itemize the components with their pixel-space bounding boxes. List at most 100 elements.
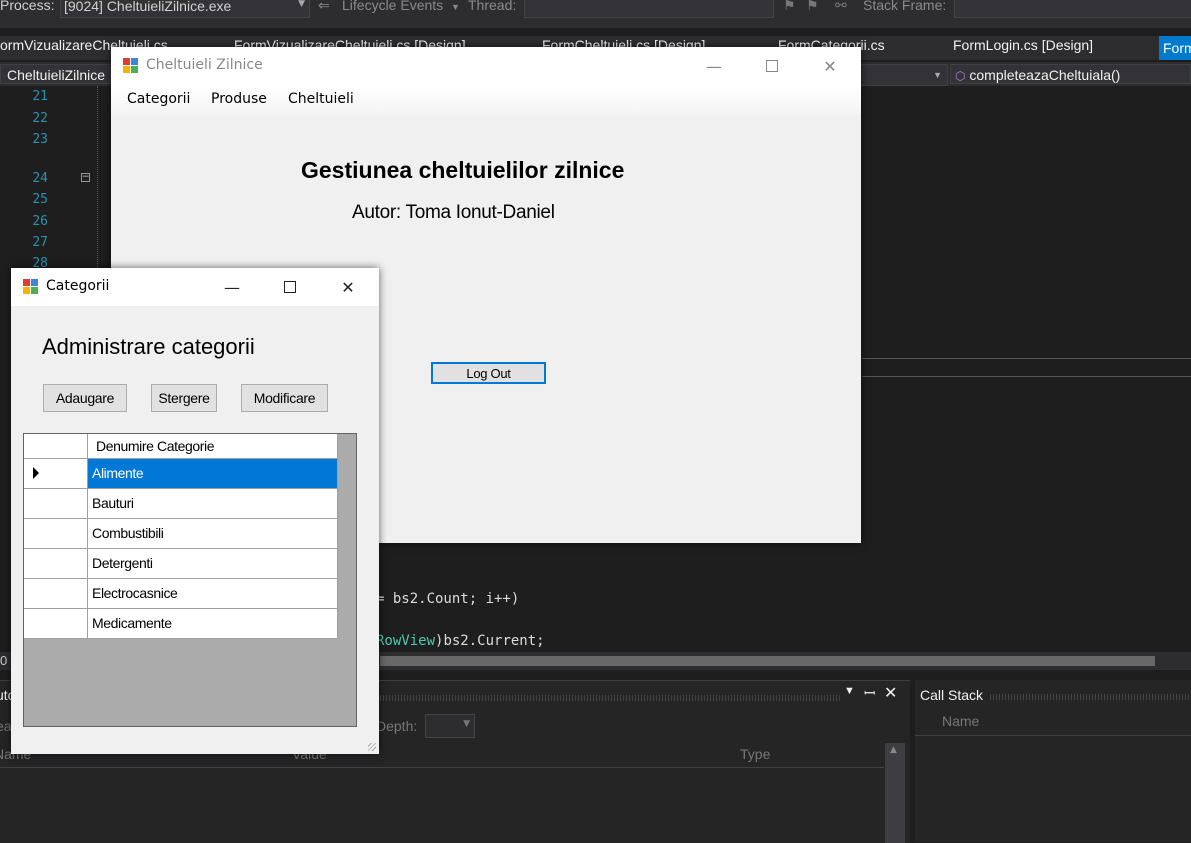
line-number: 26 — [32, 214, 48, 229]
table-row[interactable]: Medicamente — [88, 609, 338, 639]
stack-icon[interactable]: ⚯ — [835, 0, 847, 14]
maximize-button[interactable] — [743, 47, 801, 85]
search-label: ea — [0, 718, 12, 734]
menu-cheltuieli[interactable]: Cheltuieli — [288, 91, 354, 107]
row-header[interactable] — [24, 519, 88, 549]
chevron-down-icon: ▼ — [451, 2, 460, 12]
thread-label: Thread: — [468, 0, 517, 13]
thread-combo[interactable] — [524, 0, 774, 18]
delete-button[interactable]: Stergere — [151, 384, 217, 412]
pin-icon[interactable]: ꟷ — [864, 684, 875, 703]
flag-all-icon[interactable]: ⚑ — [806, 0, 819, 14]
page-title: Administrare categorii — [42, 334, 255, 359]
window-title: Categorii — [46, 278, 110, 294]
member-nav-label: completeazaCheltuiala() — [969, 67, 1121, 83]
add-button[interactable]: Adaugare — [43, 384, 127, 412]
minimize-button[interactable]: — — [203, 268, 261, 306]
row-header[interactable] — [24, 579, 88, 609]
categories-grid[interactable]: Denumire Categorie Alimente Bauturi Comb… — [23, 433, 357, 727]
title-bar[interactable]: Categorii — ✕ — [11, 268, 379, 306]
chevron-down-icon: ▼ — [933, 70, 942, 80]
line-number: 24 — [32, 171, 48, 186]
title-bar[interactable]: Cheltuieli Zilnice — ✕ — [111, 47, 861, 85]
close-icon: ✕ — [823, 56, 837, 76]
table-row[interactable]: Combustibili — [88, 519, 338, 549]
app-icon — [23, 279, 39, 295]
app-icon — [123, 58, 139, 74]
row-header[interactable] — [24, 489, 88, 519]
grid-corner — [24, 434, 88, 459]
code-type: RowView — [376, 633, 436, 649]
type-nav-combo[interactable]: ▼ — [860, 64, 948, 86]
call-stack-panel: Call Stack Name — [915, 680, 1191, 842]
row-header[interactable] — [24, 459, 88, 489]
process-combo[interactable]: [9024] CheltuieliZilnice.exe ▼ — [60, 0, 310, 18]
code-expression: bs2.Count; i++) — [392, 591, 520, 607]
maximize-icon — [766, 60, 778, 72]
line-number: 27 — [32, 235, 48, 250]
close-icon: ✕ — [341, 277, 355, 297]
tab-active-form[interactable]: Form — [1159, 36, 1191, 60]
method-icon: ⬡ — [955, 69, 966, 83]
menu-produse[interactable]: Produse — [211, 91, 267, 107]
chevron-down-icon: ▼ — [463, 719, 470, 729]
line-number: 21 — [32, 89, 48, 104]
table-row[interactable]: Alimente — [88, 459, 338, 489]
collapse-icon[interactable]: − — [81, 173, 90, 182]
dropdown-icon[interactable]: ▼ — [844, 685, 855, 697]
table-row[interactable]: Detergenti — [88, 549, 338, 579]
stackframe-label: Stack Frame: — [863, 0, 947, 13]
splitter-line — [862, 358, 1191, 359]
stackframe-combo[interactable] — [954, 0, 1191, 18]
maximize-icon — [284, 281, 296, 293]
logout-button[interactable]: Log Out — [431, 362, 546, 384]
zoom-value: 0 — [0, 653, 8, 668]
column-name[interactable]: Name — [942, 713, 979, 729]
minimize-button[interactable]: — — [685, 47, 743, 85]
close-button[interactable]: ✕ — [319, 268, 377, 306]
member-nav-combo[interactable]: ⬡ completeazaCheltuiala() — [950, 64, 1191, 84]
header-divider — [0, 767, 884, 768]
code-text: RowView)bs2.Current; — [376, 633, 545, 649]
chevron-down-icon: ▼ — [298, 0, 305, 9]
tab-form-login-design[interactable]: FormLogin.cs [Design] — [953, 37, 1093, 53]
minimize-icon: — — [706, 56, 722, 76]
table-row[interactable]: Electrocasnice — [88, 579, 338, 609]
row-header[interactable] — [24, 609, 88, 639]
class-nav-combo[interactable]: CheltuieliZilnice — [0, 64, 112, 84]
process-label: Process: — [0, 0, 55, 13]
splitter-line — [862, 376, 1191, 377]
window-title: Cheltuieli Zilnice — [146, 57, 263, 73]
depth-combo[interactable]: ▼ — [425, 714, 475, 738]
row-header[interactable] — [24, 549, 88, 579]
depth-label: Depth: — [376, 718, 418, 734]
debug-toolbar: Process: [9024] CheltuieliZilnice.exe ▼ … — [0, 0, 1191, 28]
code-expression: )bs2.Current; — [435, 633, 545, 649]
current-row-icon — [33, 467, 39, 479]
author-label: Autor: Toma Ionut-Daniel — [352, 202, 555, 223]
minimize-icon: — — [224, 277, 240, 297]
vertical-scrollbar[interactable]: ▲ — [885, 743, 905, 843]
close-icon[interactable]: ✕ — [884, 683, 897, 703]
panel-title: Call Stack — [920, 687, 984, 703]
resize-grip[interactable] — [368, 743, 376, 751]
header-divider — [915, 735, 1191, 736]
modify-button[interactable]: Modificare — [241, 384, 328, 412]
line-number: 23 — [32, 132, 48, 147]
menu-bar: Categorii Produse Cheltuieli — [111, 85, 861, 115]
lifecycle-events-button[interactable]: Lifecycle Events — [342, 0, 443, 13]
column-type[interactable]: Type — [740, 746, 770, 762]
scrollbar-thumb[interactable] — [380, 656, 1155, 666]
grip-pattern — [990, 694, 1190, 700]
column-header[interactable]: Denumire Categorie — [88, 434, 338, 459]
menu-categorii[interactable]: Categorii — [127, 91, 190, 107]
line-number: 22 — [32, 111, 48, 126]
flag-icon[interactable]: ⚑ — [783, 0, 796, 14]
maximize-button[interactable] — [261, 268, 319, 306]
chevron-up-icon[interactable]: ▲ — [890, 745, 897, 755]
categories-window: Categorii — ✕ Administrare categorii Ada… — [11, 268, 379, 754]
table-row[interactable]: Bauturi — [88, 489, 338, 519]
code-text: = bs2.Count; i++) — [376, 591, 519, 607]
lifecycle-icon: ⇐ — [318, 0, 330, 13]
close-button[interactable]: ✕ — [801, 47, 859, 85]
